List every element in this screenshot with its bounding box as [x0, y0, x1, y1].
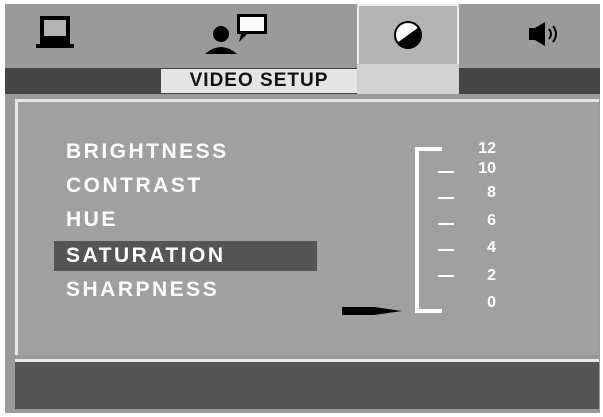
level-scale: 12 10 8 6 4 2 0	[18, 102, 602, 358]
scale-label-12: 12	[478, 140, 496, 157]
speaker-person-icon	[205, 14, 267, 54]
active-tab-extension	[357, 68, 459, 94]
scale-tick	[438, 249, 454, 251]
scale-label-0: 0	[487, 294, 496, 311]
scale-tick	[438, 223, 454, 225]
scale-label-10: 10	[478, 160, 496, 177]
contrast-icon	[394, 21, 422, 49]
tab-video[interactable]	[357, 4, 459, 64]
settings-panel: BRIGHTNESS CONTRAST HUE SATURATION SHARP…	[15, 99, 599, 355]
tab-bar	[5, 4, 600, 64]
monitor-icon	[36, 16, 74, 48]
audio-icon	[529, 22, 557, 46]
tab-audio[interactable]	[505, 4, 585, 64]
tab-general[interactable]	[25, 4, 85, 64]
scale-tick	[438, 171, 454, 173]
scale-label-2: 2	[487, 267, 496, 284]
status-bar	[15, 359, 599, 409]
scale-bracket-bottom	[415, 309, 442, 313]
scale-tick	[438, 275, 454, 277]
scale-label-4: 4	[487, 239, 496, 256]
scale-label-8: 8	[487, 184, 496, 201]
page-title: VIDEO SETUP	[161, 69, 357, 93]
scale-bracket-top	[415, 147, 442, 151]
level-pointer-icon[interactable]	[342, 102, 404, 358]
scale-label-6: 6	[487, 212, 496, 229]
osd-frame: VIDEO SETUP BRIGHTNESS CONTRAST HUE SATU…	[5, 4, 600, 413]
tab-language[interactable]	[185, 4, 285, 64]
title-bar: VIDEO SETUP	[5, 68, 600, 94]
scale-bracket	[415, 147, 419, 313]
scale-tick	[438, 197, 454, 199]
